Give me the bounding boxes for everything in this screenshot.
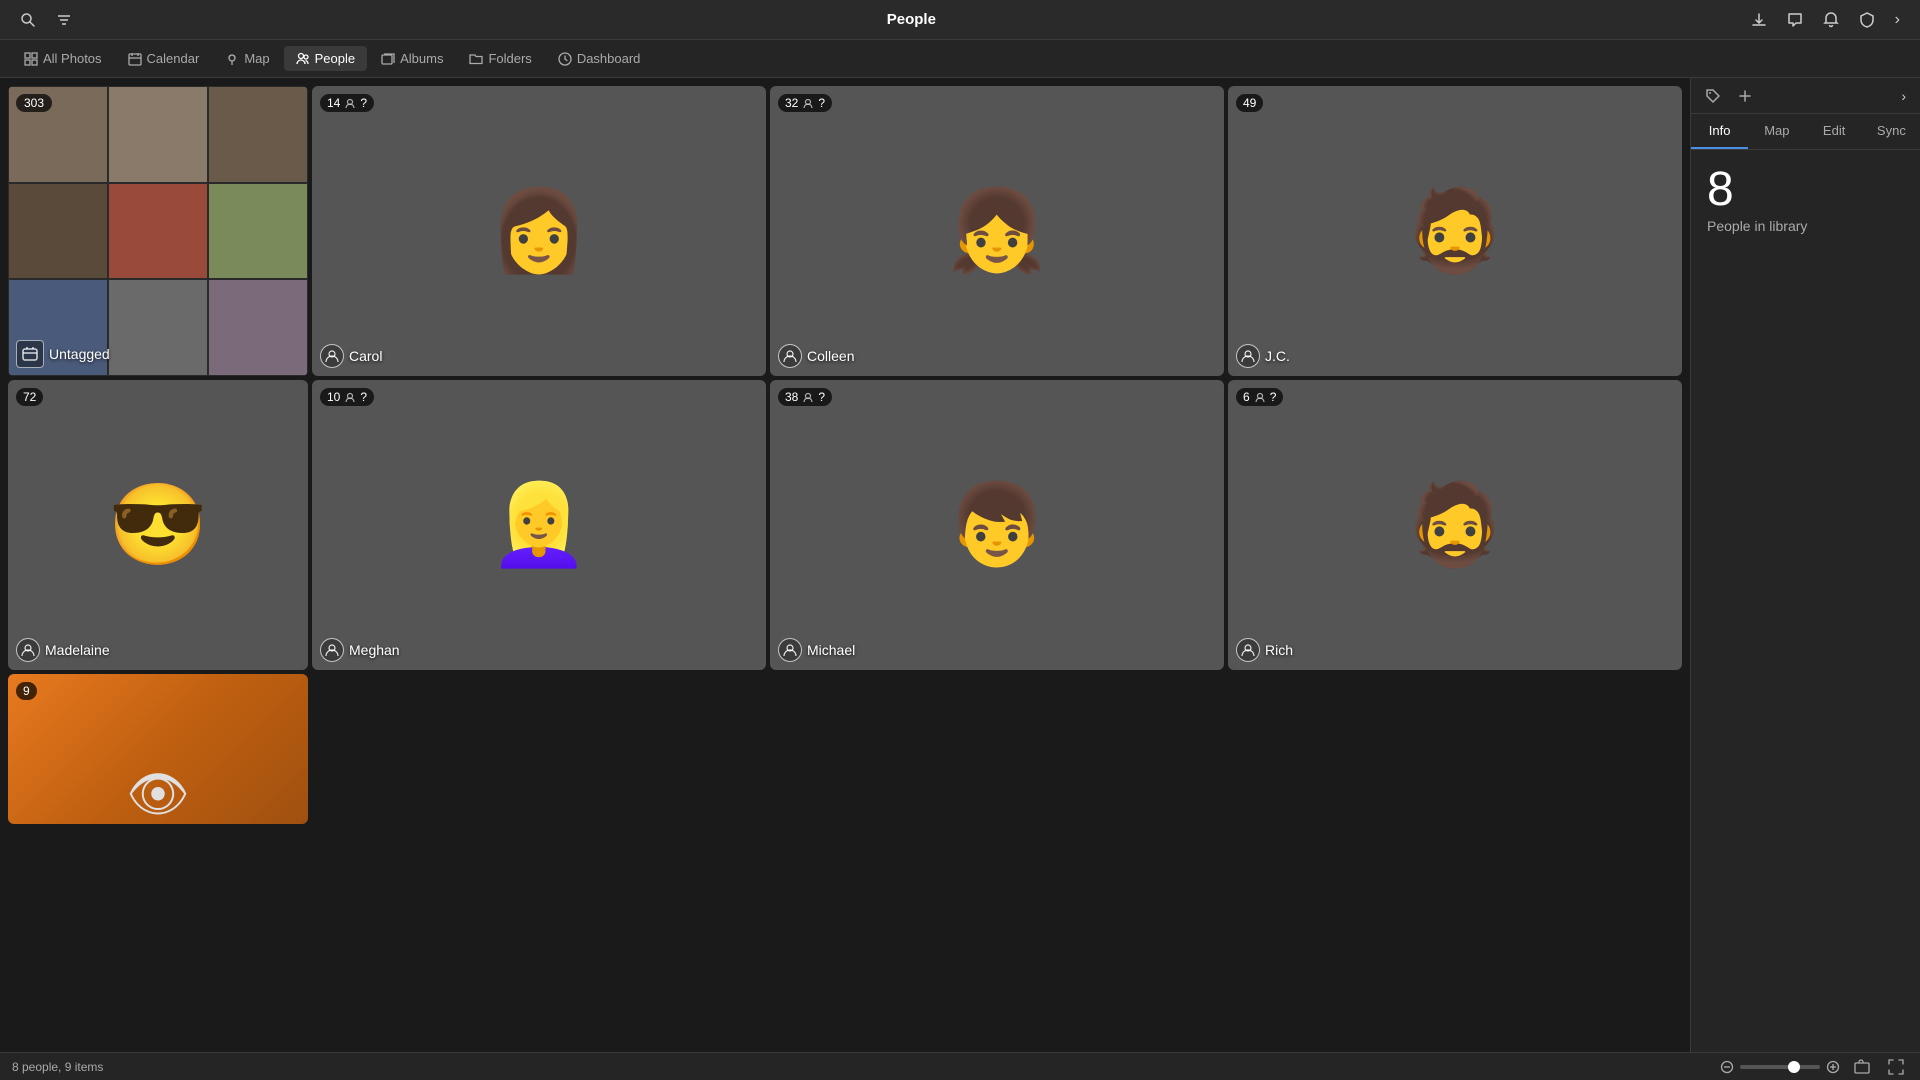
zoom-slider[interactable]	[1720, 1060, 1840, 1074]
top-bar: People ›	[0, 0, 1920, 40]
meghan-badge: 10 ?	[320, 388, 374, 406]
carol-badge: 14 ?	[320, 94, 374, 112]
shield-icon[interactable]	[1855, 10, 1879, 30]
unknown9-card[interactable]: 👁 9	[8, 674, 308, 824]
bottom-bar-summary: 8 people, 9 items	[12, 1060, 1710, 1074]
rich-badge: 6 ?	[1236, 388, 1283, 406]
tab-all-photos[interactable]: All Photos	[12, 46, 114, 71]
michael-card[interactable]: 👦 38 ? Michael	[770, 380, 1224, 670]
tab-dashboard[interactable]: Dashboard	[546, 46, 653, 71]
colleen-badge: 32 ?	[778, 94, 832, 112]
jc-person-icon	[1236, 344, 1260, 368]
jc-card[interactable]: 🧔 49 J.C.	[1228, 86, 1682, 376]
main-area: 303 Untagged 👩 14	[0, 78, 1920, 1052]
sidebar-toggle[interactable]: ›	[1891, 9, 1904, 31]
tab-calendar[interactable]: Calendar	[116, 46, 212, 71]
people-count: 8	[1707, 166, 1904, 214]
carol-label: Carol	[320, 344, 382, 368]
add-button[interactable]	[1733, 86, 1757, 106]
jc-label: J.C.	[1236, 344, 1290, 368]
sidebar-tab-info[interactable]: Info	[1691, 114, 1748, 149]
untagged-icon	[16, 340, 44, 368]
sidebar-tab-map[interactable]: Map	[1748, 114, 1805, 149]
sidebar-toolbar: ›	[1691, 78, 1920, 114]
meghan-card[interactable]: 👱‍♀️ 10 ? Meghan	[312, 380, 766, 670]
rich-label: Rich	[1236, 638, 1293, 662]
tab-map[interactable]: Map	[213, 46, 281, 71]
sidebar-tab-edit[interactable]: Edit	[1806, 114, 1863, 149]
fullscreen-icon[interactable]	[1884, 1057, 1908, 1077]
chat-icon[interactable]	[1783, 10, 1807, 30]
zoom-out-icon	[1720, 1060, 1734, 1074]
colleen-person-icon	[778, 344, 802, 368]
sidebar-expand[interactable]: ›	[1897, 86, 1910, 106]
colleen-label: Colleen	[778, 344, 854, 368]
jc-badge: 49	[1236, 94, 1263, 112]
tag-icon[interactable]	[1701, 86, 1725, 106]
michael-badge: 38 ?	[778, 388, 832, 406]
madelaine-card[interactable]: 😎 72 Madelaine	[8, 380, 308, 670]
sidebar-tabs: Info Map Edit Sync	[1691, 114, 1920, 150]
michael-person-icon	[778, 638, 802, 662]
colleen-card[interactable]: 👧 32 ? Colleen	[770, 86, 1224, 376]
unknown9-badge: 9	[16, 682, 37, 700]
tab-folders[interactable]: Folders	[457, 46, 543, 71]
people-in-library-label: People in library	[1707, 218, 1904, 234]
sidebar-content: 8 People in library	[1691, 150, 1920, 1052]
michael-label: Michael	[778, 638, 855, 662]
tab-albums[interactable]: Albums	[369, 46, 455, 71]
zoom-track[interactable]	[1740, 1065, 1820, 1069]
bell-icon[interactable]	[1819, 10, 1843, 30]
madelaine-badge: 72	[16, 388, 43, 406]
search-button[interactable]	[16, 10, 40, 30]
meghan-label: Meghan	[320, 638, 400, 662]
tab-people[interactable]: People	[284, 46, 367, 71]
madelaine-label: Madelaine	[16, 638, 110, 662]
sidebar-tab-sync[interactable]: Sync	[1863, 114, 1920, 149]
meghan-person-icon	[320, 638, 344, 662]
top-bar-right: ›	[1747, 9, 1904, 31]
carol-card[interactable]: 👩 14 ? Carol	[312, 86, 766, 376]
zoom-thumb[interactable]	[1788, 1061, 1800, 1073]
rich-card[interactable]: 🧔 6 ? Rich	[1228, 380, 1682, 670]
top-bar-left	[16, 10, 76, 30]
rich-person-icon	[1236, 638, 1260, 662]
people-grid: 303 Untagged 👩 14	[0, 78, 1690, 1052]
untagged-count-badge: 303	[16, 94, 52, 112]
nav-tabs: All Photos Calendar Map People Albums Fo…	[0, 40, 1920, 78]
export-icon[interactable]	[1850, 1057, 1874, 1077]
untagged-label: Untagged	[16, 340, 110, 368]
untagged-card[interactable]: 303 Untagged	[8, 86, 308, 376]
download-icon[interactable]	[1747, 10, 1771, 30]
madelaine-person-icon	[16, 638, 40, 662]
filter-button[interactable]	[52, 10, 76, 30]
carol-person-icon	[320, 344, 344, 368]
zoom-in-icon	[1826, 1060, 1840, 1074]
app-title: People	[76, 11, 1747, 28]
sidebar: › Info Map Edit Sync 8 People in library	[1690, 78, 1920, 1052]
bottom-bar: 8 people, 9 items	[0, 1052, 1920, 1080]
